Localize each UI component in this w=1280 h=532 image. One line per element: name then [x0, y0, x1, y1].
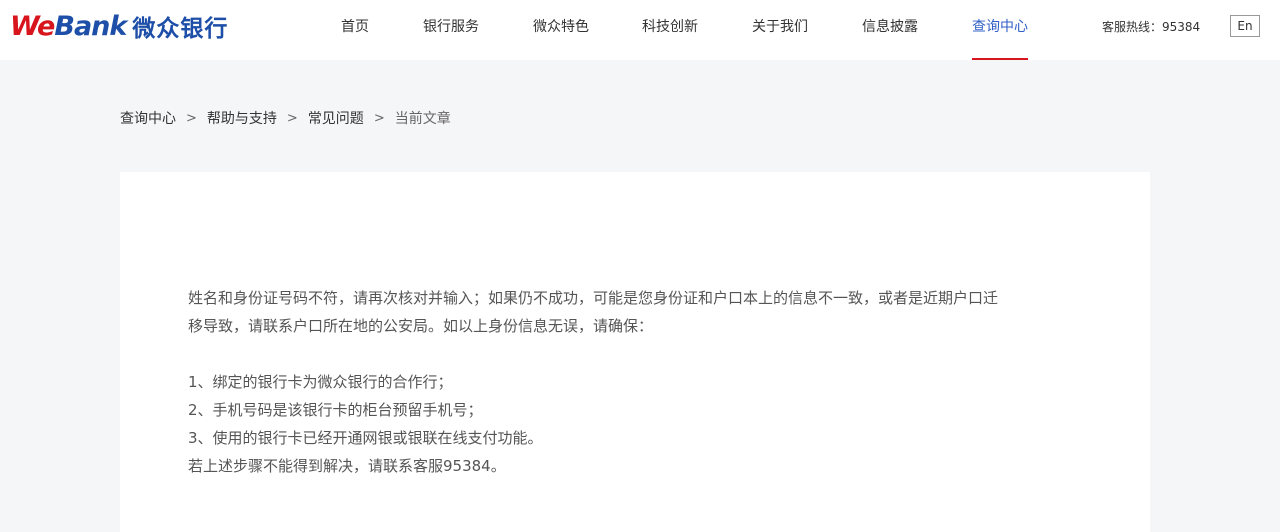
breadcrumb-faq[interactable]: 常见问题: [308, 108, 364, 128]
customer-hotline: 客服热线：95384: [1102, 20, 1201, 34]
logo-bank-text: Bank: [54, 10, 127, 42]
article-intro: 姓名和身份证号码不符，请再次核对并输入；如果仍不成功，可能是您身份证和户口本上的…: [188, 284, 1088, 340]
article-body: 姓名和身份证号码不符，请再次核对并输入；如果仍不成功，可能是您身份证和户口本上的…: [188, 284, 1088, 480]
webank-logo[interactable]: We Bank 微众银行: [10, 8, 228, 44]
breadcrumb-separator: >: [373, 110, 385, 126]
breadcrumb: 查询中心 > 帮助与支持 > 常见问题 > 当前文章: [120, 108, 451, 128]
nav-item-disclosure[interactable]: 信息披露: [862, 0, 918, 60]
article-intro-line: 移导致，请联系户口所在地的公安局。如以上身份信息无误，请确保：: [188, 317, 654, 335]
breadcrumb-separator: >: [186, 110, 197, 126]
top-header: We Bank 微众银行 首页 银行服务 微众特色 科技创新 关于我们 信息披露 查…: [0, 0, 1280, 60]
nav-item-tech-innovation[interactable]: 科技创新: [642, 0, 698, 60]
nav-item-query-center[interactable]: 查询中心: [972, 0, 1028, 60]
nav-item-webank-features[interactable]: 微众特色: [533, 0, 589, 60]
article-list-item: 2、手机号码是该银行卡的柜台预留手机号；: [188, 401, 483, 419]
article-card: 姓名和身份证号码不符，请再次核对并输入；如果仍不成功，可能是您身份证和户口本上的…: [120, 172, 1150, 532]
logo-we-text: We: [10, 10, 55, 42]
nav-item-bank-services[interactable]: 银行服务: [423, 0, 479, 60]
article-list-item: 1、绑定的银行卡为微众银行的合作行；: [188, 373, 453, 391]
breadcrumb-separator: >: [286, 110, 298, 126]
nav-item-home[interactable]: 首页: [341, 0, 369, 60]
article-intro-line: 姓名和身份证号码不符，请再次核对并输入；如果仍不成功，可能是您身份证和户口本上的…: [188, 289, 999, 307]
breadcrumb-help-support[interactable]: 帮助与支持: [207, 108, 277, 128]
breadcrumb-current-article: 当前文章: [394, 111, 451, 127]
logo-chinese-text: 微众银行: [132, 16, 229, 42]
nav-item-about-us[interactable]: 关于我们: [752, 0, 808, 60]
article-closing: 若上述步骤不能得到解决，请联系客服95384。: [188, 457, 506, 475]
language-toggle-button[interactable]: En: [1230, 15, 1260, 37]
breadcrumb-query-center[interactable]: 查询中心: [120, 108, 176, 128]
article-list-item: 3、使用的银行卡已经开通网银或银联在线支付功能。: [188, 429, 543, 447]
